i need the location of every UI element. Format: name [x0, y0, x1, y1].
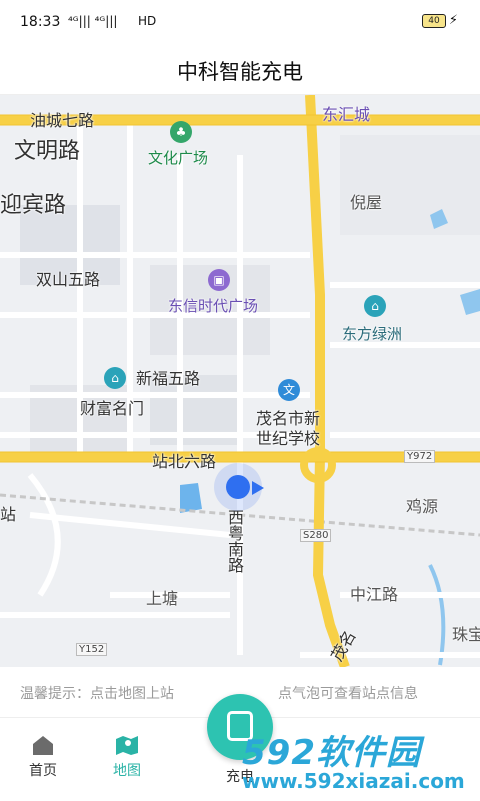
map-label-zhongjiang: 中江路 — [350, 585, 399, 604]
tab-home[interactable]: 首页 — [8, 726, 78, 780]
map-label-wenming: 文明路 — [14, 139, 81, 164]
map-label-niwu: 倪屋 — [350, 193, 383, 212]
page-title: 中科智能充电 — [177, 60, 303, 84]
watermark-logo: 592软件园 — [242, 733, 421, 773]
network-label: HD — [138, 14, 157, 28]
park-pin-icon[interactable]: ♣ — [170, 121, 192, 143]
watermark: 592软件园 www.592xiazai.com — [236, 713, 480, 800]
mall-pin-icon[interactable]: ▣ — [208, 269, 230, 291]
map-label-zhubao: 珠宝 — [452, 625, 480, 644]
map-label-shuangshan: 双山五路 — [36, 270, 101, 289]
map-label-youcheng: 油城七路 — [30, 111, 95, 130]
map-label-s280: S280 — [300, 529, 332, 542]
tab-map[interactable]: 地图 — [92, 726, 162, 780]
map-label-caifu: 财富名门 — [80, 399, 145, 418]
heading-arrow-icon — [252, 481, 264, 495]
map-label-donghuicheng: 东汇城 — [322, 105, 371, 124]
map-label-y972: Y972 — [404, 450, 436, 463]
school-pin-icon[interactable]: 文 — [278, 379, 300, 401]
residence-pin-icon[interactable]: ⌂ — [364, 295, 386, 317]
current-location-marker — [226, 475, 250, 499]
map-icon — [116, 736, 138, 755]
map-label-dongfang: 东方绿洲 — [342, 325, 403, 343]
map-label-xiyue: 西粤南路 — [225, 509, 244, 573]
tab-home-label: 首页 — [29, 763, 57, 779]
tip-text-right: 点气泡可查看站点信息 — [278, 686, 418, 702]
map-label-wenhua: 文化广场 — [148, 149, 209, 167]
map-label-jiyuan: 鸡源 — [406, 497, 439, 516]
map-label-shiji: 世纪学校 — [256, 429, 321, 448]
home-icon — [33, 736, 53, 755]
map-roads — [0, 95, 480, 667]
map-label-zhan: 站 — [0, 505, 17, 524]
title-bar: 中科智能充电 — [0, 44, 480, 95]
signal-icon: ⁴ᴳ||| ⁴ᴳ||| — [68, 14, 118, 28]
charging-icon: ⚡ — [448, 13, 458, 28]
status-bar: 18:33 ⁴ᴳ||| ⁴ᴳ||| HD 40 ⚡ — [0, 0, 480, 44]
tab-map-label: 地图 — [113, 763, 141, 779]
residence-pin-icon-2[interactable]: ⌂ — [104, 367, 126, 389]
map-label-xinfu: 新福五路 — [136, 369, 201, 388]
battery-icon: 40 — [422, 14, 446, 28]
status-time: 18:33 — [20, 14, 61, 30]
map-label-yingbin: 迎宾路 — [0, 193, 67, 218]
map-view[interactable]: 油城七路 东汇城 文明路 ♣ 文化广场 迎宾路 倪屋 双山五路 ▣ 东信时代广场… — [0, 95, 480, 667]
map-label-zhanbei: 站北六路 — [152, 452, 217, 471]
tip-text-left: 温馨提示：点击地图上站 — [20, 686, 174, 702]
map-label-y152: Y152 — [76, 643, 108, 656]
map-label-dongxin: 东信时代广场 — [168, 297, 259, 315]
watermark-url: www.592xiazai.com — [242, 769, 465, 793]
map-label-shangtang: 上塘 — [146, 589, 179, 608]
